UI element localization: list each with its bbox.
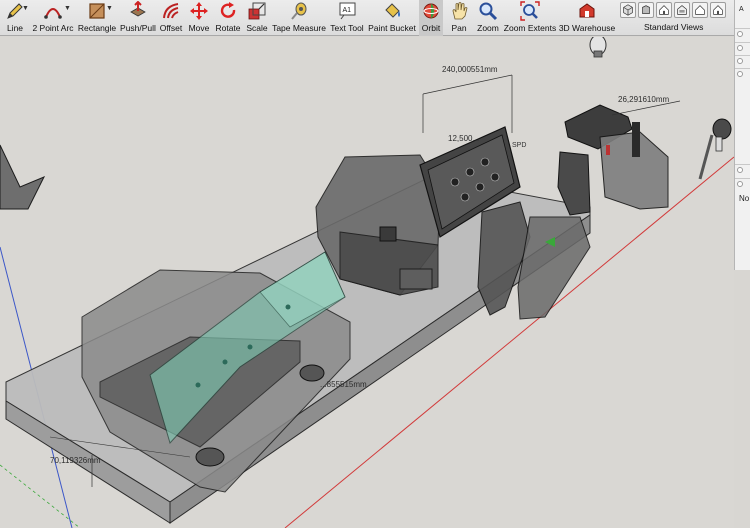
- expand-icon: [737, 31, 743, 37]
- tray-panel-header[interactable]: [735, 178, 750, 188]
- arc-icon: [44, 8, 62, 19]
- expand-icon: [737, 181, 743, 187]
- move-icon: [190, 2, 208, 20]
- front-view-button[interactable]: [656, 2, 672, 18]
- warehouse-icon: [579, 3, 595, 18]
- chevron-down-icon[interactable]: ▼: [22, 5, 29, 12]
- main-toolbar: Line ▼ 2 Point Arc ▼ Rectangle ▼ Push/Pu…: [0, 0, 750, 36]
- expand-icon: [737, 167, 743, 173]
- offset-icon: [163, 3, 179, 19]
- tray-panel-header[interactable]: [735, 28, 750, 38]
- svg-text:A1: A1: [343, 7, 352, 14]
- tool-orbit[interactable]: Orbit: [419, 0, 443, 36]
- paint-bucket-icon: [385, 3, 400, 18]
- left-view-button[interactable]: [710, 2, 726, 18]
- chevron-down-icon[interactable]: ▼: [64, 5, 71, 12]
- back-view-button[interactable]: [692, 2, 708, 18]
- tool-offset[interactable]: Offset: [159, 0, 183, 36]
- tray-panel-header[interactable]: [735, 55, 750, 65]
- dimension-small: 12,500...: [448, 134, 480, 143]
- dimension-right: 26,291610mm: [618, 95, 670, 104]
- right-view-button[interactable]: [674, 2, 690, 18]
- tool-move[interactable]: Move: [188, 0, 210, 36]
- dimension-length: 240,000551mm: [442, 65, 498, 74]
- green-axis: [0, 464, 81, 528]
- back-view-icon: [695, 5, 705, 15]
- scale-icon: [248, 2, 266, 20]
- tool-paint-bucket[interactable]: Paint Bucket: [368, 0, 416, 36]
- standard-views-group: Standard Views: [618, 0, 728, 36]
- iso-view-button[interactable]: [620, 2, 636, 18]
- tray-top-label: A: [739, 6, 744, 13]
- zoom-extents-icon: [520, 1, 540, 21]
- tool-scale[interactable]: Scale: [246, 0, 268, 36]
- tool-push-pull[interactable]: Push/Pull: [120, 0, 156, 36]
- tool-zoom-extents[interactable]: Zoom Extents: [503, 0, 557, 36]
- tape-measure-icon: [291, 2, 307, 20]
- tray-panel-header[interactable]: [735, 164, 750, 174]
- tool-rotate[interactable]: Rotate: [214, 0, 242, 36]
- tool-pan[interactable]: Pan: [447, 0, 471, 36]
- tool-tape-measure[interactable]: Tape Measure: [272, 0, 326, 36]
- magnifier-icon: [479, 2, 498, 21]
- rotate-icon: [220, 2, 236, 18]
- orbit-icon: [423, 3, 439, 19]
- left-edge-part: [0, 144, 46, 210]
- top-view-button[interactable]: [638, 2, 654, 18]
- standard-views-label: Standard Views: [644, 22, 704, 32]
- dimension-line-length: [422, 74, 513, 95]
- push-pull-icon: [130, 1, 146, 17]
- tool-3d-warehouse[interactable]: 3D Warehouse: [559, 0, 615, 36]
- chevron-down-icon[interactable]: ▼: [106, 5, 113, 12]
- top-view-icon: [642, 5, 650, 14]
- model-viewport[interactable]: SPD 240,000551mm 26,291610mm 12,500... .…: [0, 37, 734, 528]
- left-view-icon: [713, 5, 723, 15]
- tray-label: No: [739, 194, 750, 203]
- front-view-icon: [659, 5, 669, 15]
- panel-label: SPD: [512, 142, 526, 149]
- tool-zoom[interactable]: Zoom: [475, 0, 501, 36]
- hand-icon: [452, 2, 468, 20]
- tray-panel-header[interactable]: [735, 42, 750, 52]
- dimension-base: ...855515mm: [320, 380, 367, 389]
- expand-icon: [737, 45, 743, 51]
- right-view-icon: [677, 5, 687, 15]
- dimension-depth: 70,119326mm: [50, 456, 101, 465]
- model-canvas[interactable]: SPD: [0, 37, 734, 528]
- tray-panel-header[interactable]: [735, 68, 750, 78]
- rectangle-icon: [89, 3, 105, 19]
- default-tray[interactable]: A No: [734, 0, 750, 270]
- iso-view-icon: [623, 4, 633, 16]
- expand-icon: [737, 58, 743, 64]
- tool-text[interactable]: A1 Text Tool: [329, 0, 365, 36]
- text-icon: A1: [339, 2, 356, 20]
- expand-icon: [737, 71, 743, 77]
